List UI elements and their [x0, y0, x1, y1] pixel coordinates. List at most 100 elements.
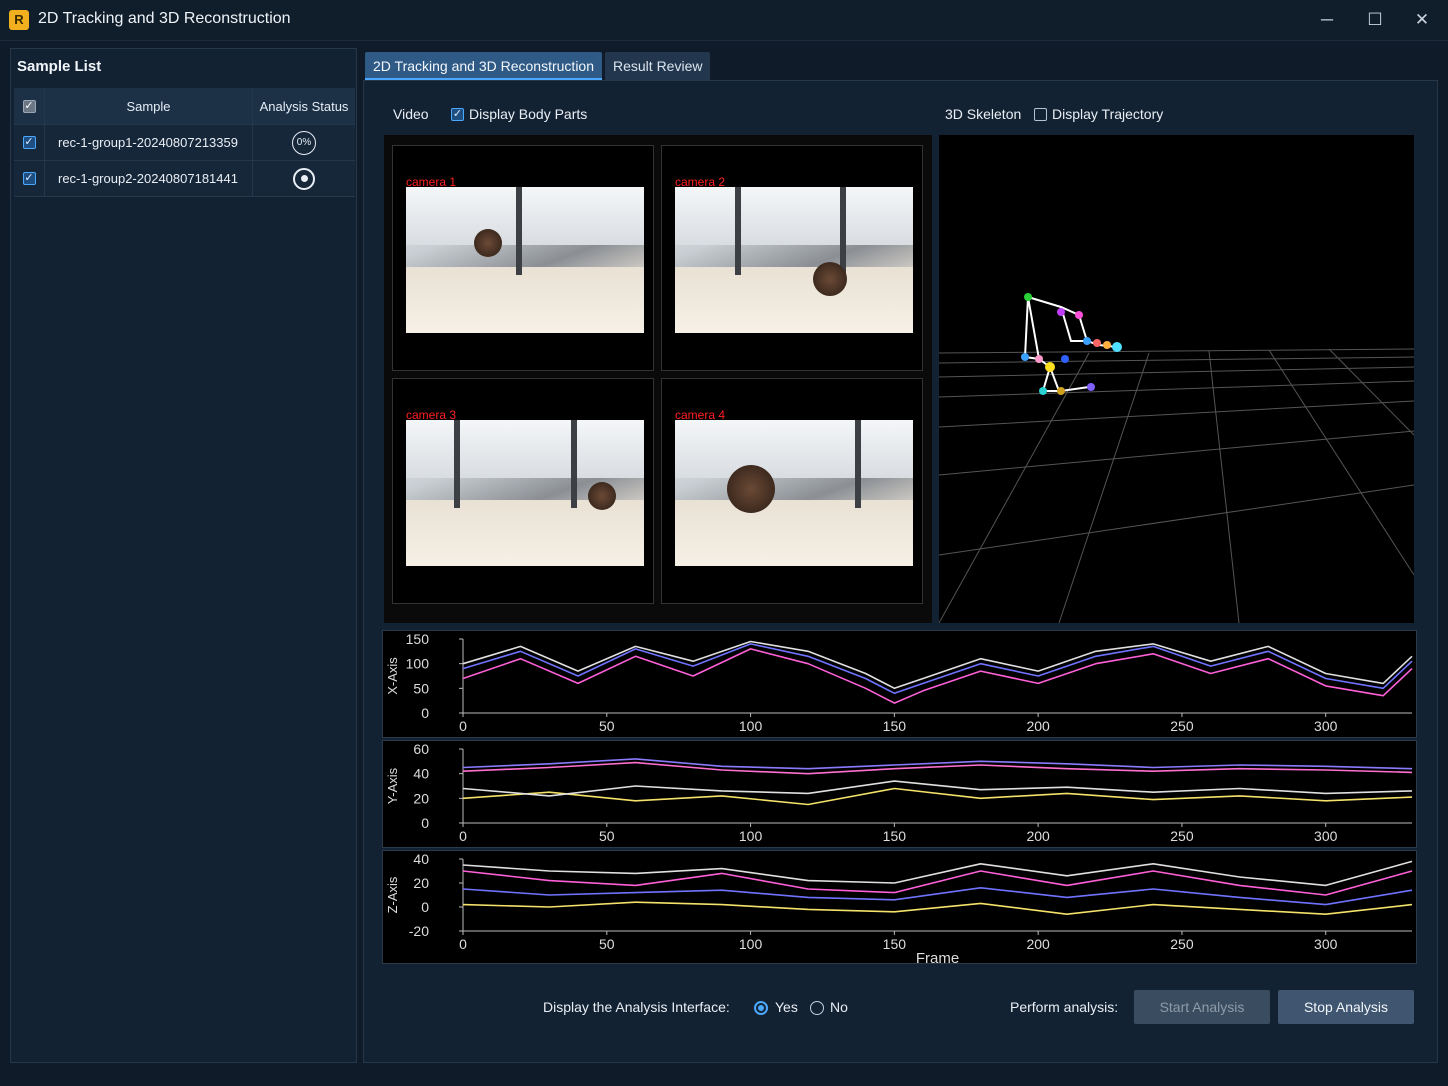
x-tick-label: 50: [599, 718, 615, 734]
x-tick-label: 200: [1026, 718, 1050, 734]
table-row[interactable]: ✓ rec-1-group1-20240807213359 0%: [14, 125, 355, 161]
y-tick-label: -20: [409, 923, 429, 939]
x-tick-label: 300: [1314, 828, 1338, 844]
camera-view-2[interactable]: camera 2: [661, 145, 923, 371]
x-tick-label: 300: [1314, 718, 1338, 734]
y-axis-plot-canvas: Y-Axis60402000 50 100 150 200 250 300: [385, 741, 1413, 844]
camera-view-1[interactable]: camera 1: [392, 145, 654, 371]
series-line: [462, 640, 1413, 690]
skeleton-3d-view[interactable]: [938, 135, 1415, 624]
y-tick-label: 20: [413, 875, 429, 891]
display-analysis-label: Display the Analysis Interface:: [543, 999, 730, 1015]
x-tick-label: 0: [459, 936, 467, 952]
display-trajectory-label[interactable]: Display Trajectory: [1052, 106, 1163, 122]
x-tick-label: 100: [739, 936, 763, 952]
table-row[interactable]: ✓ rec-1-group2-20240807181441: [14, 161, 355, 197]
radio-no-label[interactable]: No: [830, 999, 848, 1015]
sample-name: rec-1-group1-20240807213359: [45, 125, 253, 160]
z-axis-plot-canvas: Z-Axis40200-200 50 100 150 200 250 300Frame: [385, 851, 1413, 965]
y-axis-plot[interactable]: Y-Axis 60 40 20 0 0 50 100 150 200 250 300: [382, 740, 1417, 848]
y-tick-label: 0: [421, 705, 429, 721]
skeleton-canvas: [938, 293, 1415, 624]
tab-result-review[interactable]: Result Review: [605, 52, 711, 80]
y-tick-label: 20: [413, 790, 429, 806]
row-checkbox[interactable]: ✓: [22, 136, 36, 149]
camera-label: camera 3: [406, 408, 457, 422]
y-axis-label: Z-Axis: [385, 876, 400, 913]
select-all-cell: ✓: [14, 88, 45, 124]
row-checkbox-cell: ✓: [14, 125, 45, 160]
camera-frame-image: [406, 420, 644, 566]
x-tick-label: 50: [599, 936, 615, 952]
x-axis-plot[interactable]: X-Axis 150 100 50 0 0 50 100 150 200 250 300: [382, 630, 1417, 738]
camera-frame-image: [406, 187, 644, 333]
maximize-icon[interactable]: ☐: [1361, 8, 1389, 32]
row-checkbox[interactable]: ✓: [22, 172, 36, 185]
table-header-row: ✓ Sample Analysis Status: [14, 88, 355, 125]
camera-view-4[interactable]: camera 4: [661, 378, 923, 604]
perform-analysis-label: Perform analysis:: [1010, 999, 1119, 1015]
series-line: [462, 648, 1413, 704]
x-tick-label: 250: [1170, 828, 1194, 844]
camera-view-3[interactable]: camera 3: [392, 378, 654, 604]
stop-analysis-button[interactable]: Stop Analysis: [1278, 990, 1414, 1024]
x-tick-label: 100: [739, 718, 763, 734]
minimize-icon[interactable]: ─: [1313, 8, 1341, 32]
progress-status-icon: 0%: [292, 130, 316, 155]
video-label: Video: [393, 106, 429, 122]
select-all-checkbox[interactable]: ✓: [22, 99, 36, 113]
y-tick-label: 50: [413, 680, 429, 696]
series-line: [462, 901, 1413, 916]
x-tick-label: 50: [599, 828, 615, 844]
status-cell: [253, 161, 355, 196]
series-line: [462, 870, 1413, 896]
y-tick-label: 60: [413, 741, 429, 757]
radio-yes[interactable]: [754, 1001, 768, 1015]
tab-bar: 2D Tracking and 3D Reconstruction Result…: [365, 52, 713, 80]
x-tick-label: 250: [1170, 936, 1194, 952]
skeleton-label: 3D Skeleton: [945, 106, 1022, 122]
record-status-icon: [293, 167, 315, 190]
x-tick-label: 150: [883, 718, 907, 734]
column-header-sample[interactable]: Sample: [45, 88, 253, 124]
y-tick-label: 0: [421, 899, 429, 915]
radio-no[interactable]: [810, 1001, 824, 1015]
camera-frame-image: [675, 420, 913, 566]
camera-frame-image: [675, 187, 913, 333]
x-tick-label: 100: [739, 828, 763, 844]
camera-label: camera 4: [675, 408, 726, 422]
window-title: 2D Tracking and 3D Reconstruction: [38, 10, 291, 27]
z-axis-plot[interactable]: Z-Axis 40 20 0 -20 0 50 100 150 200 250 300 Frame: [382, 850, 1417, 965]
row-checkbox-cell: ✓: [14, 161, 45, 196]
display-body-parts-checkbox[interactable]: ✓: [451, 108, 464, 121]
y-axis-label: Y-Axis: [385, 767, 400, 804]
camera-label: camera 2: [675, 175, 726, 189]
video-grid: camera 1 camera 2 camera 3 camera 4: [384, 135, 932, 623]
tab-tracking-reconstruction[interactable]: 2D Tracking and 3D Reconstruction: [365, 52, 602, 80]
x-tick-label: 300: [1314, 936, 1338, 952]
x-tick-label: 150: [883, 936, 907, 952]
y-tick-label: 0: [421, 815, 429, 831]
y-axis-label: X-Axis: [385, 657, 400, 695]
x-tick-label: 150: [883, 828, 907, 844]
close-icon[interactable]: ✕: [1408, 8, 1436, 32]
display-trajectory-checkbox[interactable]: [1034, 108, 1047, 121]
x-axis-label: Frame: [916, 950, 959, 965]
start-analysis-button[interactable]: Start Analysis: [1134, 990, 1270, 1024]
sample-name: rec-1-group2-20240807181441: [45, 161, 253, 196]
column-header-status[interactable]: Analysis Status: [253, 88, 355, 124]
x-tick-label: 200: [1026, 936, 1050, 952]
x-tick-label: 250: [1170, 718, 1194, 734]
status-cell: 0%: [253, 125, 355, 160]
y-tick-label: 100: [406, 656, 430, 672]
sample-list-heading: Sample List: [17, 58, 102, 75]
series-line: [462, 761, 1413, 775]
sample-list-panel: Sample List ✓ Sample Analysis Status ✓ r…: [10, 48, 357, 1063]
display-body-parts-label[interactable]: Display Body Parts: [469, 106, 587, 122]
title-bar: R 2D Tracking and 3D Reconstruction ─ ☐ …: [0, 0, 1448, 41]
x-tick-label: 0: [459, 828, 467, 844]
radio-yes-label[interactable]: Yes: [775, 999, 798, 1015]
app-icon: R: [9, 10, 29, 30]
camera-label: camera 1: [406, 175, 457, 189]
x-tick-label: 0: [459, 718, 467, 734]
